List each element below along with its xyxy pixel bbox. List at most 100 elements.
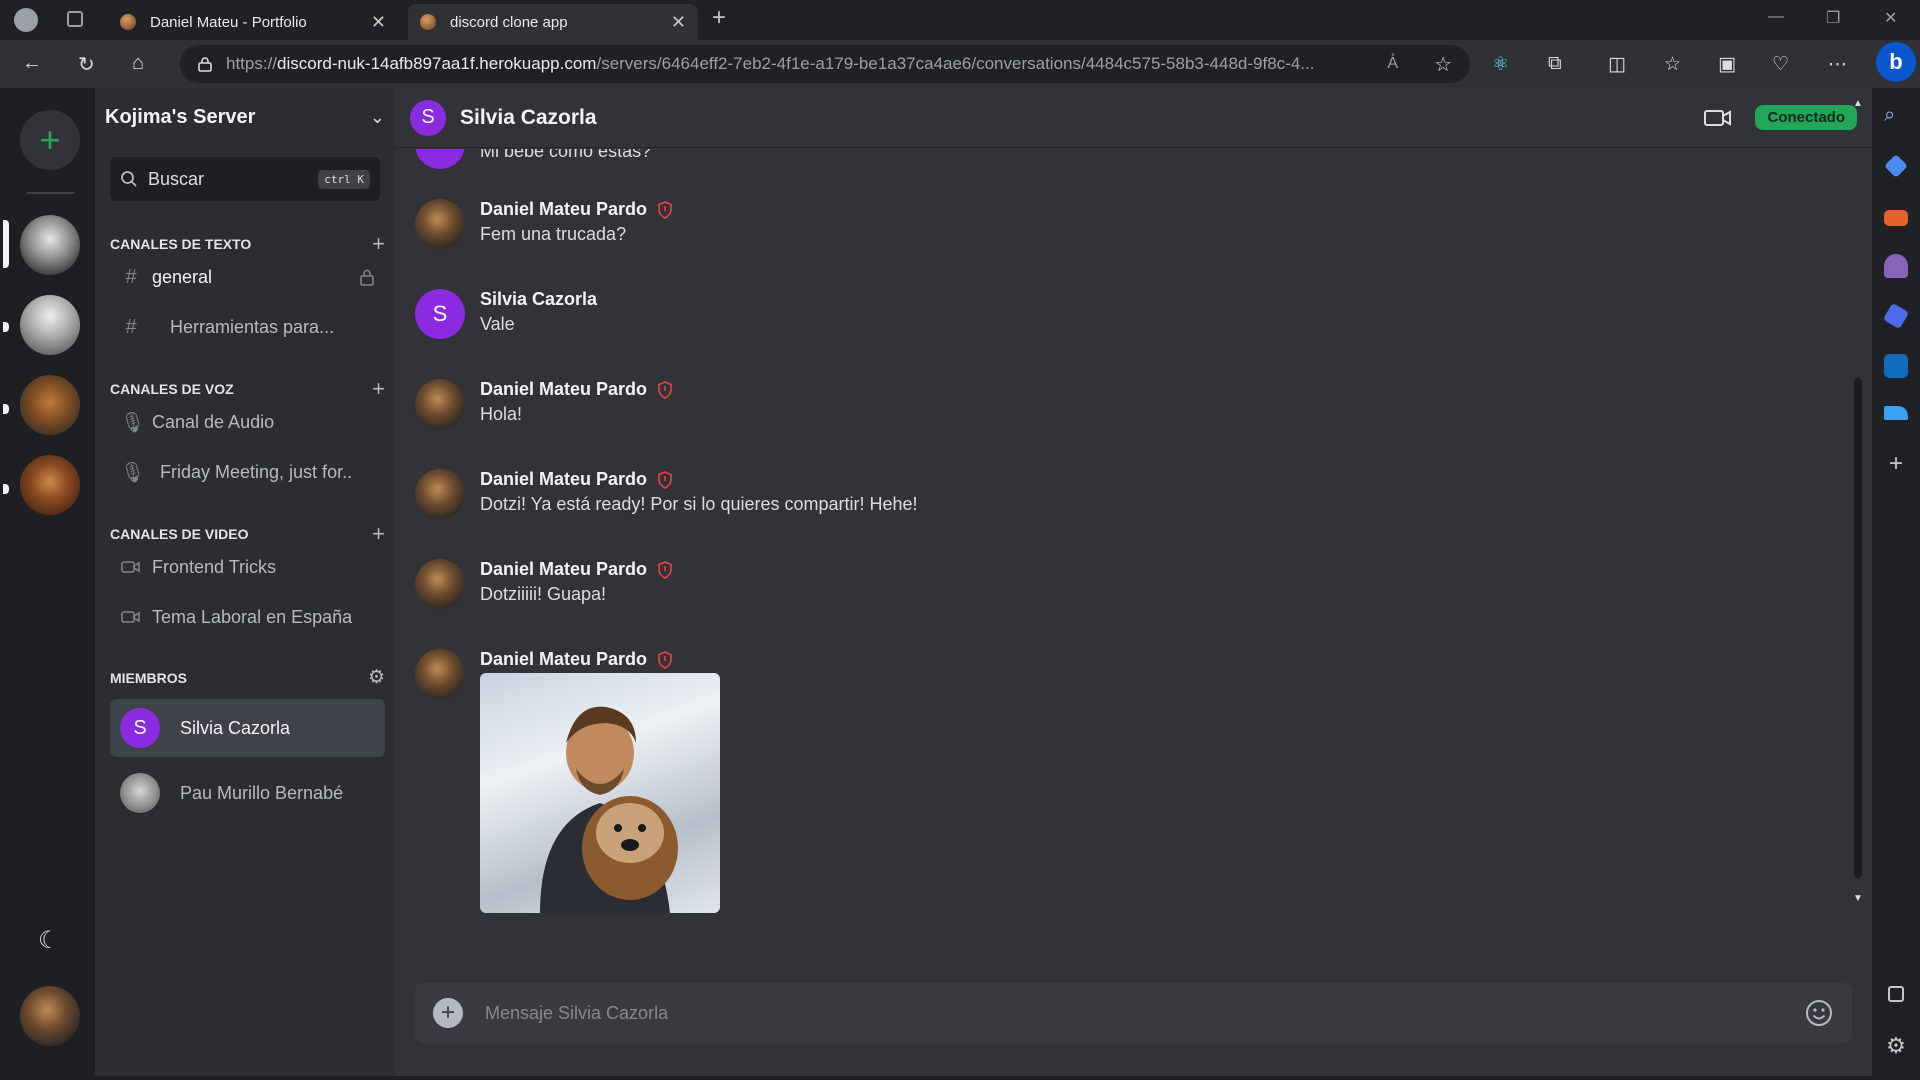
hide-sidebar-icon[interactable] xyxy=(1888,986,1904,1002)
server-icon-2[interactable] xyxy=(20,295,80,355)
message-text: Mi bebe como estas? xyxy=(480,149,652,161)
channel-general[interactable]: # general xyxy=(110,255,385,299)
microsoft-365-icon[interactable] xyxy=(1882,302,1910,330)
settings-icon[interactable]: ⚙ xyxy=(1884,1034,1908,1058)
avatar[interactable] xyxy=(415,649,465,699)
server-icon-kojima[interactable] xyxy=(20,215,80,275)
member-pau-murillo[interactable]: Pau Murillo Bernabé xyxy=(110,764,385,822)
message-author[interactable]: Daniel Mateu Pardo xyxy=(480,199,673,220)
message-text: Vale xyxy=(480,314,515,334)
message-author[interactable]: Daniel Mateu Pardo xyxy=(480,379,673,400)
channel-name: Friday Meeting, just for.. xyxy=(160,461,353,482)
add-video-channel-icon[interactable]: + xyxy=(372,521,385,547)
reload-icon[interactable]: ↻ xyxy=(78,52,95,77)
admin-shield-icon xyxy=(658,650,672,669)
favorites-icon[interactable]: ☆ xyxy=(1664,53,1681,76)
author-name: Daniel Mateu Pardo xyxy=(480,199,648,219)
theme-toggle-moon-icon[interactable]: ☾ xyxy=(38,926,60,955)
split-screen-icon[interactable]: ◫ xyxy=(1608,53,1626,76)
more-menu-icon[interactable]: ⋯ xyxy=(1828,53,1847,76)
add-voice-channel-icon[interactable]: + xyxy=(372,376,385,402)
emoji-icon[interactable] xyxy=(1804,998,1834,1028)
message-author[interactable]: Silvia Cazorla xyxy=(480,289,597,310)
message-author[interactable]: Daniel Mateu Pardo xyxy=(480,559,673,580)
conversation-title: Silvia Cazorla xyxy=(460,105,597,129)
avatar[interactable] xyxy=(415,199,465,249)
scroll-down-icon[interactable]: ▼ xyxy=(1853,893,1863,904)
channel-frontend-tricks[interactable]: Frontend Tricks xyxy=(110,545,385,589)
back-icon[interactable]: ← xyxy=(22,52,42,75)
message-text: Fem una trucada? xyxy=(480,224,627,244)
tools-icon[interactable] xyxy=(1884,210,1908,226)
section-title: CANALES DE VIDEO xyxy=(110,526,249,542)
text-channels-header: CANALES DE TEXTO + xyxy=(110,231,385,257)
member-name: Silvia Cazorla xyxy=(180,717,291,738)
channel-friday-meeting[interactable]: 🎙︎ Friday Meeting, just for.. xyxy=(110,450,385,494)
new-tab-icon[interactable]: + xyxy=(712,4,726,32)
admin-shield-icon xyxy=(658,380,672,399)
channel-sidebar: Kojima's Server ⌄ Buscar ctrl K CANALES … xyxy=(95,88,395,1076)
tab-actions-icon[interactable] xyxy=(67,11,83,27)
close-tab-icon[interactable]: ✕ xyxy=(371,12,386,33)
close-window-icon[interactable]: ✕ xyxy=(1884,8,1897,28)
channel-canal-de-audio[interactable]: 🎙︎ Canal de Audio xyxy=(110,400,385,444)
add-text-channel-icon[interactable]: + xyxy=(372,231,385,257)
avatar[interactable] xyxy=(415,469,465,519)
collections-icon[interactable]: ▣ xyxy=(1718,53,1736,76)
tab-discord-clone[interactable]: discord clone app ✕ xyxy=(408,4,698,40)
avatar[interactable] xyxy=(415,379,465,429)
react-devtools-icon[interactable]: ⚛ xyxy=(1492,53,1509,76)
server-icon-4[interactable] xyxy=(20,455,80,515)
scrollbar-thumb[interactable] xyxy=(1854,378,1862,878)
shopping-tag-icon[interactable] xyxy=(1884,154,1908,178)
avatar[interactable]: S xyxy=(415,289,465,339)
browser-tab-strip: Daniel Mateu - Portfolio ✕ discord clone… xyxy=(0,0,1920,40)
channel-name: Frontend Tricks xyxy=(152,556,277,577)
search-button[interactable]: Buscar ctrl K xyxy=(110,157,380,201)
minimize-icon[interactable]: — xyxy=(1768,8,1784,26)
restore-icon[interactable]: ❐ xyxy=(1826,8,1840,28)
outlook-icon[interactable] xyxy=(1884,354,1908,378)
home-icon[interactable]: ⌂ xyxy=(132,52,144,75)
scroll-up-icon[interactable]: ▲ xyxy=(1853,98,1863,109)
video-call-icon[interactable] xyxy=(1703,107,1733,129)
read-aloud-icon[interactable]: A᷾ xyxy=(1387,55,1398,73)
member-silvia-cazorla[interactable]: S Silvia Cazorla xyxy=(110,699,385,757)
close-tab-icon[interactable]: ✕ xyxy=(671,12,686,33)
profile-icon[interactable] xyxy=(14,8,38,32)
add-attachment-button[interactable]: + xyxy=(433,998,463,1028)
tab-portfolio[interactable]: Daniel Mateu - Portfolio ✕ xyxy=(108,4,398,40)
video-camera-icon xyxy=(121,611,140,623)
user-avatar[interactable] xyxy=(20,986,80,1046)
channel-tema-laboral[interactable]: Tema Laboral en España xyxy=(110,595,385,639)
add-server-button[interactable]: + xyxy=(20,110,80,170)
copilot-icon[interactable]: b xyxy=(1876,42,1916,82)
image-attachment[interactable] xyxy=(480,673,720,913)
favorite-star-icon[interactable]: ☆ xyxy=(1434,52,1452,77)
video-camera-icon xyxy=(121,561,140,573)
video-channels-header: CANALES DE VIDEO + xyxy=(110,521,385,547)
add-sidebar-app-icon[interactable]: + xyxy=(1884,452,1908,476)
games-icon[interactable] xyxy=(1884,254,1908,278)
search-shortcut-badge: ctrl K xyxy=(318,169,370,189)
message-input[interactable] xyxy=(485,1002,1804,1024)
message-author[interactable]: Daniel Mateu Pardo xyxy=(480,469,673,490)
avatar xyxy=(120,773,160,813)
hash-icon: # xyxy=(125,315,137,338)
search-icon[interactable]: ⌕ xyxy=(1884,104,1908,128)
gear-icon[interactable]: ⚙ xyxy=(368,666,385,689)
message-author[interactable]: Daniel Mateu Pardo xyxy=(480,649,673,670)
scrollbar[interactable]: ▲ ▼ xyxy=(1851,98,1865,908)
server-icon-3[interactable] xyxy=(20,375,80,435)
channel-herramientas[interactable]: # Herramientas para... xyxy=(110,305,385,349)
chevron-down-icon[interactable]: ⌄ xyxy=(370,107,385,128)
browser-essentials-icon[interactable]: ♡ xyxy=(1772,53,1789,76)
lock-icon xyxy=(360,269,374,286)
server-header[interactable]: Kojima's Server ⌄ xyxy=(105,102,385,132)
extensions-icon[interactable]: ⧉ xyxy=(1548,53,1562,75)
section-title: MIEMBROS xyxy=(110,669,187,686)
drop-icon[interactable] xyxy=(1884,406,1908,420)
address-bar[interactable]: https://discord-nuk-14afb897aa1f.herokua… xyxy=(180,45,1470,83)
channel-name: Herramientas para... xyxy=(170,316,335,337)
avatar[interactable] xyxy=(415,559,465,609)
